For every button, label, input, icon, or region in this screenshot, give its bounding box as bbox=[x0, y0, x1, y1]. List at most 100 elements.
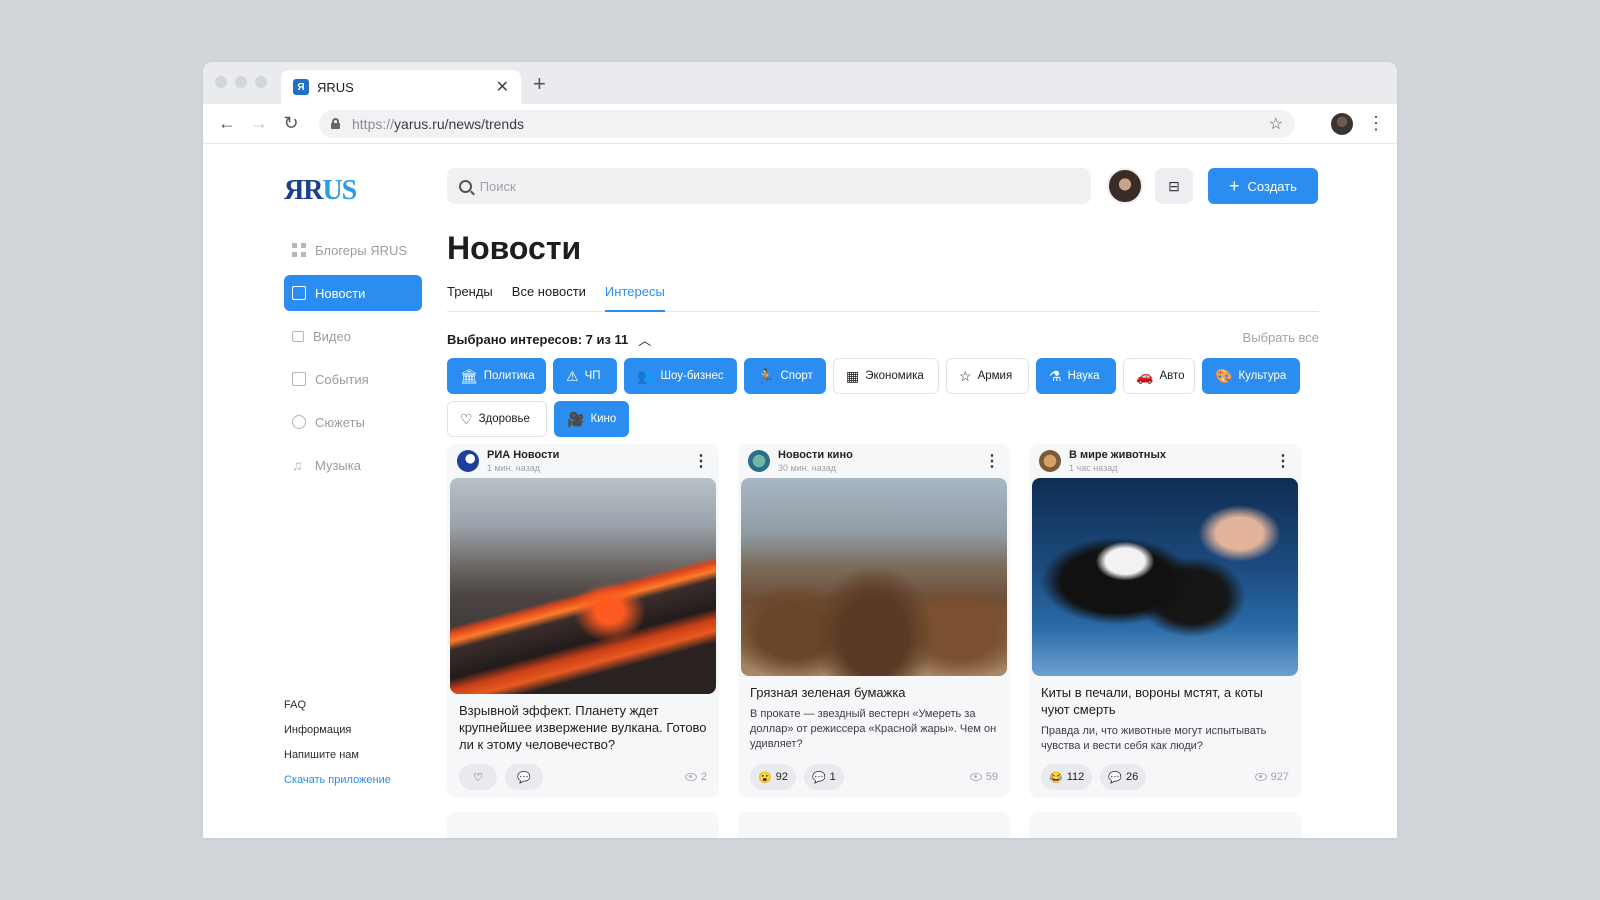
sidebar-item-news[interactable]: Новости bbox=[284, 275, 422, 311]
create-label: Создать bbox=[1247, 178, 1297, 194]
like-button[interactable]: ♡ bbox=[459, 764, 497, 790]
card-image-volcano[interactable] bbox=[450, 478, 716, 694]
card-image-orca[interactable] bbox=[1032, 478, 1298, 676]
views-count: 2 bbox=[700, 771, 707, 783]
capitol-icon: 🏛 bbox=[460, 368, 478, 384]
sidebar-item-stories[interactable]: Сюжеты bbox=[284, 404, 422, 440]
chip-auto[interactable]: 🚗 Авто bbox=[1123, 358, 1195, 394]
minimize-window-dot[interactable] bbox=[235, 76, 247, 88]
reload-icon[interactable]: ↻ bbox=[279, 113, 303, 134]
people-icon: 👥 bbox=[637, 368, 655, 384]
sidebar-item-events[interactable]: События bbox=[284, 361, 422, 397]
reaction-button[interactable]: 😂 112 bbox=[1041, 764, 1093, 790]
select-all-link[interactable]: Выбрать все bbox=[1233, 330, 1319, 345]
source-info: Новости кино 30 мин. назад bbox=[778, 449, 853, 473]
card-title[interactable]: Киты в печали, вороны мстят, а коты чуют… bbox=[1029, 684, 1301, 718]
sidebar-item-music[interactable]: ♫ Музыка bbox=[284, 447, 422, 483]
info-link[interactable]: Информация bbox=[284, 724, 391, 736]
tab-trends[interactable]: Тренды bbox=[447, 282, 493, 312]
chip-label: Кино bbox=[590, 413, 617, 425]
views-counter: 927 bbox=[1254, 771, 1289, 783]
sidebar-item-label: События bbox=[315, 371, 369, 387]
maximize-window-dot[interactable] bbox=[255, 76, 267, 88]
search-box[interactable] bbox=[447, 168, 1091, 204]
heart-icon: ♡ bbox=[460, 411, 473, 427]
news-card[interactable]: РИА Новости 1 мин. назад ⋮ Взрывной эффе… bbox=[447, 444, 719, 798]
chip-army[interactable]: ☆ Армия bbox=[946, 358, 1029, 394]
comment-icon: 💬 bbox=[517, 771, 531, 784]
source-name[interactable]: Новости кино bbox=[778, 449, 853, 461]
chip-emergency[interactable]: ⚠ ЧП bbox=[553, 358, 617, 394]
messages-button[interactable]: ⊟ bbox=[1155, 168, 1193, 204]
bookmark-star-icon[interactable]: ☆ bbox=[1269, 114, 1283, 134]
logo-part-1: ЯR bbox=[284, 175, 323, 206]
sidebar-item-label: Новости bbox=[315, 285, 366, 301]
news-card[interactable]: В мире животных 1 час назад ⋮ Киты в печ… bbox=[1029, 444, 1301, 798]
card-title[interactable]: Взрывной эффект. Планету ждет крупнейшее… bbox=[447, 702, 719, 753]
browser-menu-icon[interactable]: ⋮ bbox=[1367, 113, 1385, 134]
sidebar-item-bloggers[interactable]: Блогеры ЯRUS bbox=[284, 232, 422, 268]
chip-label: Спорт bbox=[780, 370, 813, 382]
sidebar-item-label: Музыка bbox=[315, 457, 361, 473]
chip-economy[interactable]: ▦ Экономика bbox=[833, 358, 939, 394]
card-image-western[interactable] bbox=[741, 478, 1007, 676]
tab-interests[interactable]: Интересы bbox=[604, 282, 665, 312]
faq-link[interactable]: FAQ bbox=[284, 699, 391, 711]
create-button[interactable]: + Создать bbox=[1208, 168, 1318, 204]
comment-button[interactable]: 💬 26 bbox=[1100, 764, 1147, 790]
search-icon bbox=[459, 179, 472, 193]
more-options-icon[interactable]: ⋮ bbox=[984, 451, 1000, 471]
browser-tab[interactable]: Я ЯRUS ✕ bbox=[281, 70, 521, 104]
browser-window: Я ЯRUS ✕ + ← → ↻ https:// yarus.ru/news/… bbox=[203, 62, 1397, 838]
chip-culture[interactable]: 🎨 Культура bbox=[1202, 358, 1300, 394]
chip-health[interactable]: ♡ Здоровье bbox=[447, 401, 547, 437]
card-header: В мире животных 1 час назад ⋮ bbox=[1029, 444, 1301, 478]
more-options-icon[interactable]: ⋮ bbox=[693, 451, 709, 471]
chip-sport[interactable]: 🏃 Спорт bbox=[744, 358, 826, 394]
sidebar-item-video[interactable]: Видео bbox=[284, 318, 422, 354]
card-title[interactable]: Грязная зеленая бумажка bbox=[738, 684, 1010, 701]
news-card[interactable]: Новости кино 30 мин. назад ⋮ Грязная зел… bbox=[738, 444, 1010, 798]
news-card-partial[interactable] bbox=[1029, 812, 1301, 838]
page-title: Новости bbox=[447, 230, 582, 266]
window-controls bbox=[215, 76, 267, 88]
reaction-button[interactable]: 😮 92 bbox=[750, 764, 796, 790]
chip-politics[interactable]: 🏛 Политика bbox=[447, 358, 546, 394]
new-tab-icon[interactable]: + bbox=[533, 71, 546, 97]
views-count: 927 bbox=[1270, 771, 1289, 783]
close-tab-icon[interactable]: ✕ bbox=[496, 77, 509, 97]
news-tabs: Тренды Все новости Интересы bbox=[447, 282, 1319, 312]
profile-avatar[interactable] bbox=[1331, 112, 1353, 135]
user-avatar[interactable] bbox=[1107, 168, 1143, 204]
forward-arrow-icon[interactable]: → bbox=[247, 113, 271, 134]
card-footer: 😮 92 💬 1 59 bbox=[750, 764, 998, 790]
source-name[interactable]: РИА Новости bbox=[487, 449, 559, 461]
favicon-icon: Я bbox=[293, 79, 309, 95]
url-field[interactable]: https:// yarus.ru/news/trends ☆ bbox=[319, 109, 1295, 138]
contact-link[interactable]: Напишите нам bbox=[284, 749, 391, 761]
music-note-icon: ♫ bbox=[292, 457, 303, 473]
news-card-partial[interactable] bbox=[738, 812, 1010, 838]
more-options-icon[interactable]: ⋮ bbox=[1275, 451, 1291, 471]
site-logo[interactable]: ЯRUS bbox=[284, 175, 357, 207]
selected-interests-toggle[interactable]: Выбрано интересов: 7 из 11 ︿ bbox=[447, 330, 651, 349]
comment-count: 26 bbox=[1125, 771, 1139, 783]
video-icon bbox=[292, 330, 304, 342]
search-input[interactable] bbox=[479, 178, 1079, 194]
back-arrow-icon[interactable]: ← bbox=[215, 113, 239, 134]
surprised-emoji-icon: 😮 bbox=[758, 771, 772, 784]
comment-button[interactable]: 💬 1 bbox=[803, 764, 844, 790]
tab-all-news[interactable]: Все новости bbox=[512, 282, 586, 312]
card-description: Правда ли, что животные могут испытывать… bbox=[1041, 725, 1267, 752]
comment-button[interactable]: 💬 bbox=[505, 764, 543, 790]
chip-label: Экономика bbox=[865, 370, 924, 382]
news-card-partial[interactable] bbox=[447, 812, 719, 838]
close-window-dot[interactable] bbox=[215, 76, 227, 88]
chip-science[interactable]: ⚗ Наука bbox=[1036, 358, 1116, 394]
chip-showbiz[interactable]: 👥 Шоу-бизнес bbox=[624, 358, 737, 394]
download-app-link[interactable]: Скачать приложение bbox=[284, 774, 391, 786]
grid-icon bbox=[292, 243, 306, 257]
chip-cinema[interactable]: 🎥 Кино bbox=[554, 401, 629, 437]
source-name[interactable]: В мире животных bbox=[1069, 449, 1166, 461]
play-circle-icon bbox=[292, 415, 306, 429]
